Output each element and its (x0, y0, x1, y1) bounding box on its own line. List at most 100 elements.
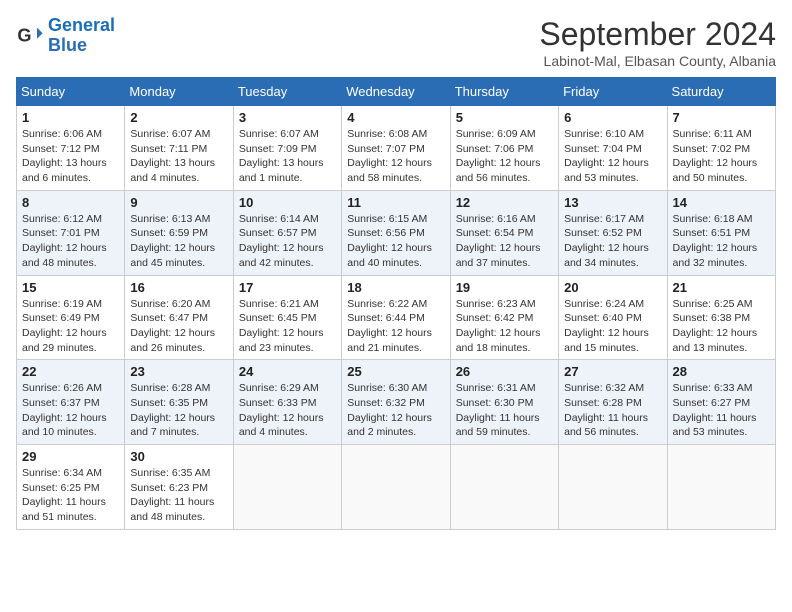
calendar-cell (342, 445, 450, 530)
day-info: Sunrise: 6:29 AMSunset: 6:33 PMDaylight:… (239, 381, 336, 440)
calendar-cell: 13 Sunrise: 6:17 AMSunset: 6:52 PMDayligh… (559, 190, 667, 275)
day-info: Sunrise: 6:31 AMSunset: 6:30 PMDaylight:… (456, 381, 553, 440)
day-number: 14 (673, 195, 770, 210)
calendar-cell: 28 Sunrise: 6:33 AMSunset: 6:27 PMDayligh… (667, 360, 775, 445)
calendar-row: 22 Sunrise: 6:26 AMSunset: 6:37 PMDayligh… (17, 360, 776, 445)
day-number: 24 (239, 364, 336, 379)
calendar-cell: 9 Sunrise: 6:13 AMSunset: 6:59 PMDaylight… (125, 190, 233, 275)
calendar-cell: 23 Sunrise: 6:28 AMSunset: 6:35 PMDayligh… (125, 360, 233, 445)
day-number: 23 (130, 364, 227, 379)
day-info: Sunrise: 6:12 AMSunset: 7:01 PMDaylight:… (22, 212, 119, 271)
day-info: Sunrise: 6:06 AMSunset: 7:12 PMDaylight:… (22, 127, 119, 186)
day-info: Sunrise: 6:20 AMSunset: 6:47 PMDaylight:… (130, 297, 227, 356)
header-cell-thursday: Thursday (450, 78, 558, 106)
header-cell-saturday: Saturday (667, 78, 775, 106)
day-info: Sunrise: 6:32 AMSunset: 6:28 PMDaylight:… (564, 381, 661, 440)
calendar-cell: 2Sunrise: 6:07 AMSunset: 7:11 PMDaylight… (125, 106, 233, 191)
day-number: 12 (456, 195, 553, 210)
calendar-cell: 3Sunrise: 6:07 AMSunset: 7:09 PMDaylight… (233, 106, 341, 191)
calendar-cell: 19 Sunrise: 6:23 AMSunset: 6:42 PMDayligh… (450, 275, 558, 360)
day-number: 13 (564, 195, 661, 210)
header-cell-monday: Monday (125, 78, 233, 106)
svg-text:G: G (17, 25, 31, 45)
calendar-cell: 10 Sunrise: 6:14 AMSunset: 6:57 PMDayligh… (233, 190, 341, 275)
calendar-cell: 1 Sunrise: 6:06 AMSunset: 7:12 PMDaylight… (17, 106, 125, 191)
page-header: G General Blue September 2024 Labinot-Ma… (16, 16, 776, 69)
day-number: 21 (673, 280, 770, 295)
day-info: Sunrise: 6:23 AMSunset: 6:42 PMDaylight:… (456, 297, 553, 356)
calendar-cell: 24 Sunrise: 6:29 AMSunset: 6:33 PMDayligh… (233, 360, 341, 445)
day-number: 19 (456, 280, 553, 295)
day-info: Sunrise: 6:21 AMSunset: 6:45 PMDaylight:… (239, 297, 336, 356)
day-number: 29 (22, 449, 119, 464)
day-info: Sunrise: 6:18 AMSunset: 6:51 PMDaylight:… (673, 212, 770, 271)
calendar-cell (559, 445, 667, 530)
day-number: 27 (564, 364, 661, 379)
day-info: Sunrise: 6:34 AMSunset: 6:25 PMDaylight:… (22, 466, 119, 525)
calendar-cell: 8 Sunrise: 6:12 AMSunset: 7:01 PMDaylight… (17, 190, 125, 275)
calendar-header: SundayMondayTuesdayWednesdayThursdayFrid… (17, 78, 776, 106)
day-number: 25 (347, 364, 444, 379)
day-info: Sunrise: 6:14 AMSunset: 6:57 PMDaylight:… (239, 212, 336, 271)
header-cell-tuesday: Tuesday (233, 78, 341, 106)
month-year: September 2024 (539, 16, 776, 53)
day-number: 11 (347, 195, 444, 210)
logo: G General Blue (16, 16, 115, 56)
calendar-cell (450, 445, 558, 530)
calendar-cell (667, 445, 775, 530)
calendar-cell: 30Sunrise: 6:35 AMSunset: 6:23 PMDayligh… (125, 445, 233, 530)
day-info: Sunrise: 6:17 AMSunset: 6:52 PMDaylight:… (564, 212, 661, 271)
calendar-cell: 6Sunrise: 6:10 AMSunset: 7:04 PMDaylight… (559, 106, 667, 191)
title-block: September 2024 Labinot-Mal, Elbasan Coun… (539, 16, 776, 69)
day-number: 1 (22, 110, 119, 125)
calendar-cell: 4Sunrise: 6:08 AMSunset: 7:07 PMDaylight… (342, 106, 450, 191)
logo-icon: G (16, 22, 44, 50)
day-info: Sunrise: 6:30 AMSunset: 6:32 PMDaylight:… (347, 381, 444, 440)
calendar-cell: 12 Sunrise: 6:16 AMSunset: 6:54 PMDayligh… (450, 190, 558, 275)
day-number: 9 (130, 195, 227, 210)
logo-text: General Blue (48, 16, 115, 56)
day-info: Sunrise: 6:16 AMSunset: 6:54 PMDaylight:… (456, 212, 553, 271)
day-number: 18 (347, 280, 444, 295)
calendar-row: 8 Sunrise: 6:12 AMSunset: 7:01 PMDaylight… (17, 190, 776, 275)
day-info: Sunrise: 6:28 AMSunset: 6:35 PMDaylight:… (130, 381, 227, 440)
header-cell-friday: Friday (559, 78, 667, 106)
calendar-cell: 5Sunrise: 6:09 AMSunset: 7:06 PMDaylight… (450, 106, 558, 191)
day-info: Sunrise: 6:24 AMSunset: 6:40 PMDaylight:… (564, 297, 661, 356)
day-number: 16 (130, 280, 227, 295)
calendar-cell: 16 Sunrise: 6:20 AMSunset: 6:47 PMDayligh… (125, 275, 233, 360)
day-number: 28 (673, 364, 770, 379)
day-info: Sunrise: 6:13 AMSunset: 6:59 PMDaylight:… (130, 212, 227, 271)
day-number: 4 (347, 110, 444, 125)
calendar-cell: 20 Sunrise: 6:24 AMSunset: 6:40 PMDayligh… (559, 275, 667, 360)
day-number: 8 (22, 195, 119, 210)
day-number: 7 (673, 110, 770, 125)
day-info: Sunrise: 6:11 AMSunset: 7:02 PMDaylight:… (673, 127, 770, 186)
day-info: Sunrise: 6:10 AMSunset: 7:04 PMDaylight:… (564, 127, 661, 186)
day-info: Sunrise: 6:07 AMSunset: 7:11 PMDaylight:… (130, 127, 227, 186)
day-number: 20 (564, 280, 661, 295)
calendar-cell: 17Sunrise: 6:21 AMSunset: 6:45 PMDayligh… (233, 275, 341, 360)
calendar-cell: 11 Sunrise: 6:15 AMSunset: 6:56 PMDayligh… (342, 190, 450, 275)
calendar-row: 29 Sunrise: 6:34 AMSunset: 6:25 PMDayligh… (17, 445, 776, 530)
day-info: Sunrise: 6:15 AMSunset: 6:56 PMDaylight:… (347, 212, 444, 271)
calendar-cell: 7 Sunrise: 6:11 AMSunset: 7:02 PMDaylight… (667, 106, 775, 191)
header-cell-wednesday: Wednesday (342, 78, 450, 106)
day-info: Sunrise: 6:33 AMSunset: 6:27 PMDaylight:… (673, 381, 770, 440)
calendar-cell: 14 Sunrise: 6:18 AMSunset: 6:51 PMDayligh… (667, 190, 775, 275)
day-info: Sunrise: 6:19 AMSunset: 6:49 PMDaylight:… (22, 297, 119, 356)
calendar: SundayMondayTuesdayWednesdayThursdayFrid… (16, 77, 776, 530)
day-info: Sunrise: 6:07 AMSunset: 7:09 PMDaylight:… (239, 127, 336, 186)
day-info: Sunrise: 6:22 AMSunset: 6:44 PMDaylight:… (347, 297, 444, 356)
calendar-cell: 21 Sunrise: 6:25 AMSunset: 6:38 PMDayligh… (667, 275, 775, 360)
calendar-row: 1 Sunrise: 6:06 AMSunset: 7:12 PMDaylight… (17, 106, 776, 191)
day-info: Sunrise: 6:35 AMSunset: 6:23 PMDaylight:… (130, 466, 227, 525)
location: Labinot-Mal, Elbasan County, Albania (539, 53, 776, 69)
calendar-row: 15Sunrise: 6:19 AMSunset: 6:49 PMDayligh… (17, 275, 776, 360)
calendar-cell: 25 Sunrise: 6:30 AMSunset: 6:32 PMDayligh… (342, 360, 450, 445)
day-info: Sunrise: 6:26 AMSunset: 6:37 PMDaylight:… (22, 381, 119, 440)
day-info: Sunrise: 6:25 AMSunset: 6:38 PMDaylight:… (673, 297, 770, 356)
calendar-cell: 22 Sunrise: 6:26 AMSunset: 6:37 PMDayligh… (17, 360, 125, 445)
day-number: 10 (239, 195, 336, 210)
day-number: 22 (22, 364, 119, 379)
